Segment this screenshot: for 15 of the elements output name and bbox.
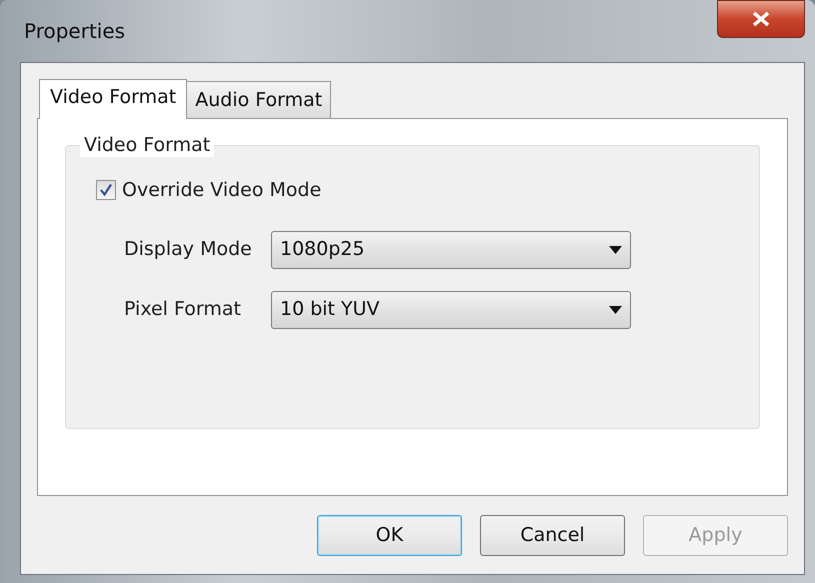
dialog-button[interactable]: OK (317, 515, 462, 556)
dropdown[interactable]: 10 bit YUV (271, 290, 631, 328)
field-label: Display Mode (124, 237, 253, 262)
dropdown[interactable]: 1080p25 (271, 230, 631, 268)
window-title: Properties (24, 18, 126, 45)
dialog-button[interactable]: Cancel (480, 515, 625, 556)
close-icon (752, 11, 770, 27)
tab[interactable]: Audio Format (186, 80, 332, 118)
dropdown-arrow-icon (609, 246, 622, 254)
dropdown-arrow-icon (609, 306, 622, 314)
checkbox-label[interactable]: Override Video Mode (122, 176, 322, 204)
field-label: Pixel Format (124, 297, 242, 322)
close-button[interactable] (717, 0, 805, 38)
tab[interactable]: Video Format (39, 78, 188, 119)
checkbox[interactable] (96, 180, 116, 200)
